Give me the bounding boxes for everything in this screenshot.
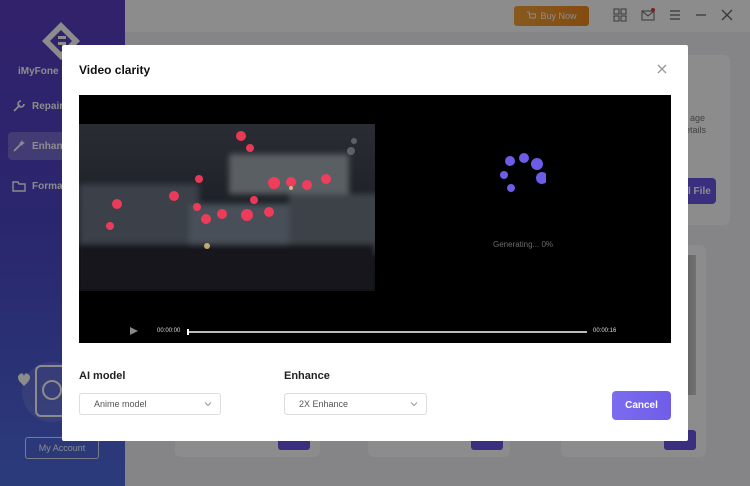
enhance-value: 2X Enhance (299, 399, 349, 409)
ai-model-label: AI model (79, 370, 126, 382)
dialog-title: Video clarity (79, 63, 151, 77)
total-time: 00:00:16 (593, 328, 617, 334)
play-icon[interactable] (130, 327, 138, 335)
ai-model-value: Anime model (94, 399, 147, 409)
enhance-select[interactable]: 2X Enhance (284, 393, 427, 415)
chevron-down-icon (204, 402, 212, 407)
video-frame (79, 124, 375, 291)
generating-status: Generating... 0% (492, 240, 554, 249)
current-time: 00:00:00 (157, 328, 181, 334)
cancel-button[interactable]: Cancel (612, 391, 671, 420)
video-preview: Generating... 0% (79, 95, 671, 343)
video-clarity-dialog: Video clarity Generating... 0% 00:00:00 … (62, 45, 688, 441)
progress-bar[interactable] (187, 331, 587, 333)
chevron-down-icon (410, 402, 418, 407)
progress-handle[interactable] (187, 329, 189, 335)
ai-model-select[interactable]: Anime model (79, 393, 221, 415)
loading-spinner-icon (500, 153, 546, 192)
close-icon[interactable] (654, 61, 670, 77)
enhance-label: Enhance (284, 370, 330, 382)
